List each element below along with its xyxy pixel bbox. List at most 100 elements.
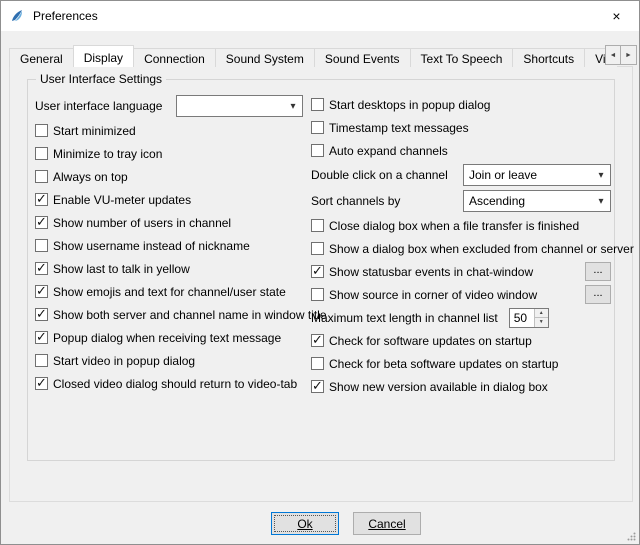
max-text-spinner[interactable]: 50 ▲ ▼ bbox=[509, 308, 549, 328]
checkbox-label: Enable VU-meter updates bbox=[53, 193, 191, 207]
checkbox-timestamp[interactable]: ✓ Timestamp text messages bbox=[311, 116, 611, 139]
checkbox[interactable]: ✓ bbox=[35, 124, 48, 137]
checkbox[interactable]: ✓ bbox=[311, 98, 324, 111]
close-icon[interactable]: × bbox=[594, 1, 639, 31]
checkbox[interactable]: ✓ bbox=[35, 193, 48, 206]
tab-general[interactable]: General bbox=[9, 48, 74, 67]
checkbox-label: Start desktops in popup dialog bbox=[329, 98, 490, 112]
checkbox[interactable]: ✓ bbox=[35, 170, 48, 183]
title-bar[interactable]: Preferences × bbox=[1, 1, 639, 31]
checkbox-label: Timestamp text messages bbox=[329, 121, 469, 135]
checkbox-window-title[interactable]: ✓ Show both server and channel name in w… bbox=[35, 303, 303, 326]
checkbox[interactable]: ✓ bbox=[35, 308, 48, 321]
cancel-button[interactable]: Cancel bbox=[353, 512, 421, 535]
left-column: User interface language ▾ ✓ Start minimi… bbox=[35, 93, 303, 395]
checkbox-minimize-tray[interactable]: ✓ Minimize to tray icon bbox=[35, 142, 303, 165]
scroll-right-icon[interactable]: ► bbox=[621, 46, 636, 64]
tab-sound-events[interactable]: Sound Events bbox=[314, 48, 411, 67]
check-icon: ✓ bbox=[36, 284, 47, 298]
checkbox-label: Show new version available in dialog box bbox=[329, 380, 548, 394]
max-text-row: Maximum text length in channel list 50 ▲… bbox=[311, 306, 611, 329]
check-icon: ✓ bbox=[312, 333, 323, 347]
check-icon: ✓ bbox=[36, 376, 47, 390]
checkbox[interactable]: ✓ bbox=[311, 242, 324, 255]
checkbox-label: Close dialog box when a file transfer is… bbox=[329, 219, 579, 233]
checkbox-check-updates[interactable]: ✓ Check for software updates on startup bbox=[311, 329, 611, 352]
spinner-up-icon[interactable]: ▲ bbox=[535, 309, 548, 319]
statusbar-events-row: ✓ Show statusbar events in chat-window .… bbox=[311, 260, 611, 283]
checkbox-video-popup[interactable]: ✓ Start video in popup dialog bbox=[35, 349, 303, 372]
resize-grip-icon[interactable] bbox=[624, 529, 637, 542]
language-select[interactable]: ▾ bbox=[176, 95, 303, 117]
checkbox-new-version-dialog[interactable]: ✓ Show new version available in dialog b… bbox=[311, 375, 611, 398]
checkbox[interactable]: ✓ bbox=[35, 216, 48, 229]
tab-display[interactable]: Display bbox=[73, 45, 134, 67]
checkbox-video-return-tab[interactable]: ✓ Closed video dialog should return to v… bbox=[35, 372, 303, 395]
tab-scroll-control: ◄ ► bbox=[605, 45, 637, 65]
checkbox-start-minimized[interactable]: ✓ Start minimized bbox=[35, 119, 303, 142]
checkbox-excluded-dialog[interactable]: ✓ Show a dialog box when excluded from c… bbox=[311, 237, 611, 260]
checkbox-label: Show source in corner of video window bbox=[329, 288, 537, 302]
checkbox-desktops-popup[interactable]: ✓ Start desktops in popup dialog bbox=[311, 93, 611, 116]
video-source-row: ✓ Show source in corner of video window … bbox=[311, 283, 611, 306]
checkbox[interactable]: ✓ bbox=[311, 288, 324, 301]
checkbox-auto-expand[interactable]: ✓ Auto expand channels bbox=[311, 139, 611, 162]
checkbox[interactable]: ✓ bbox=[35, 377, 48, 390]
checkbox[interactable]: ✓ bbox=[35, 147, 48, 160]
checkbox-label: Auto expand channels bbox=[329, 144, 448, 158]
ok-button[interactable]: Ok bbox=[271, 512, 339, 535]
sort-channels-select[interactable]: Ascending ▾ bbox=[463, 190, 611, 212]
checkbox-label: Show both server and channel name in win… bbox=[53, 308, 327, 322]
checkbox[interactable]: ✓ bbox=[311, 219, 324, 232]
checkbox-beta-updates[interactable]: ✓ Check for beta software updates on sta… bbox=[311, 352, 611, 375]
check-icon: ✓ bbox=[36, 307, 47, 321]
tab-text-to-speech[interactable]: Text To Speech bbox=[410, 48, 514, 67]
checkbox[interactable]: ✓ bbox=[35, 331, 48, 344]
check-icon: ✓ bbox=[312, 379, 323, 393]
checkbox-close-file-transfer[interactable]: ✓ Close dialog box when a file transfer … bbox=[311, 214, 611, 237]
tab-sound-system[interactable]: Sound System bbox=[215, 48, 315, 67]
checkbox-always-on-top[interactable]: ✓ Always on top bbox=[35, 165, 303, 188]
checkbox[interactable]: ✓ bbox=[311, 265, 324, 278]
chevron-down-icon: ▾ bbox=[592, 170, 610, 181]
tab-connection[interactable]: Connection bbox=[133, 48, 216, 67]
chevron-down-icon: ▾ bbox=[592, 196, 610, 207]
video-source-options-button[interactable]: ... bbox=[585, 285, 611, 304]
checkbox[interactable]: ✓ bbox=[311, 334, 324, 347]
scroll-left-icon[interactable]: ◄ bbox=[606, 46, 621, 64]
spinner-buttons[interactable]: ▲ ▼ bbox=[534, 309, 548, 327]
sort-channels-value: Ascending bbox=[464, 194, 592, 208]
statusbar-events-options-button[interactable]: ... bbox=[585, 262, 611, 281]
checkbox-last-to-talk[interactable]: ✓ Show last to talk in yellow bbox=[35, 257, 303, 280]
app-icon bbox=[9, 8, 25, 24]
checkbox-label: Show statusbar events in chat-window bbox=[329, 265, 533, 279]
preferences-dialog: Preferences × General Display Connection… bbox=[0, 0, 640, 545]
check-icon: ✓ bbox=[36, 192, 47, 206]
checkbox-label: Show a dialog box when excluded from cha… bbox=[329, 242, 634, 256]
language-row: User interface language ▾ bbox=[35, 93, 303, 119]
spinner-down-icon[interactable]: ▼ bbox=[535, 318, 548, 327]
checkbox[interactable]: ✓ bbox=[35, 354, 48, 367]
checkbox-label: Show number of users in channel bbox=[53, 216, 231, 230]
checkbox[interactable]: ✓ bbox=[311, 357, 324, 370]
right-column: ✓ Start desktops in popup dialog ✓ Times… bbox=[311, 93, 611, 398]
checkbox-popup-text-message[interactable]: ✓ Popup dialog when receiving text messa… bbox=[35, 326, 303, 349]
double-click-select[interactable]: Join or leave ▾ bbox=[463, 164, 611, 186]
check-icon: ✓ bbox=[36, 330, 47, 344]
checkbox[interactable]: ✓ bbox=[35, 262, 48, 275]
checkbox-emojis[interactable]: ✓ Show emojis and text for channel/user … bbox=[35, 280, 303, 303]
checkbox-vu-meter[interactable]: ✓ Enable VU-meter updates bbox=[35, 188, 303, 211]
checkbox[interactable]: ✓ bbox=[35, 239, 48, 252]
checkbox-label: Minimize to tray icon bbox=[53, 147, 162, 161]
sort-channels-label: Sort channels by bbox=[311, 194, 400, 208]
checkbox[interactable]: ✓ bbox=[311, 121, 324, 134]
checkbox[interactable]: ✓ bbox=[35, 285, 48, 298]
checkbox-show-username[interactable]: ✓ Show username instead of nickname bbox=[35, 234, 303, 257]
checkbox[interactable]: ✓ bbox=[311, 380, 324, 393]
checkbox[interactable]: ✓ bbox=[311, 144, 324, 157]
double-click-label: Double click on a channel bbox=[311, 168, 448, 182]
checkbox-show-user-count[interactable]: ✓ Show number of users in channel bbox=[35, 211, 303, 234]
tab-shortcuts[interactable]: Shortcuts bbox=[512, 48, 585, 67]
max-text-label: Maximum text length in channel list bbox=[311, 311, 498, 325]
language-label: User interface language bbox=[35, 99, 162, 113]
